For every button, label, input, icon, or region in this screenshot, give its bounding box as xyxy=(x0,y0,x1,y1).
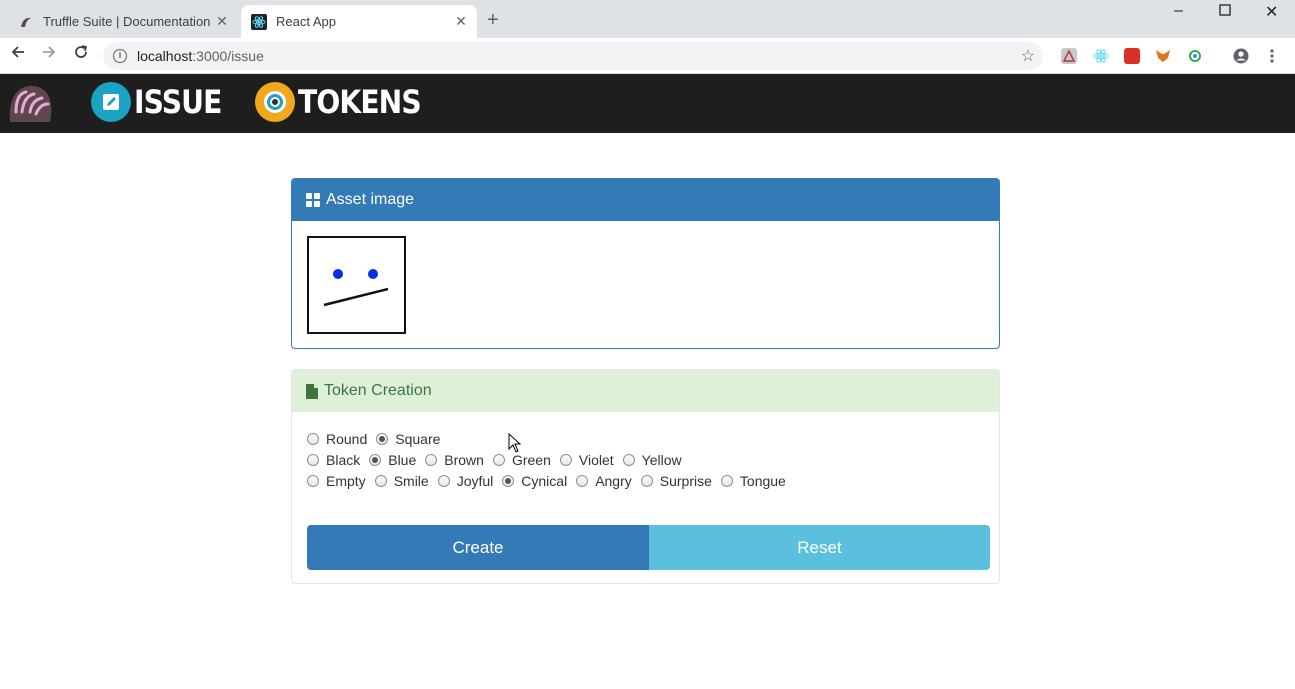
radio-joyful[interactable]: Joyful xyxy=(437,473,493,489)
radio-tongue[interactable]: Tongue xyxy=(720,473,786,489)
url-text: localhost:3000/issue xyxy=(137,48,264,64)
mood-radio-group: Empty Smile Joyful Cynical Angry Surpris… xyxy=(307,473,795,489)
radio-violet[interactable]: Violet xyxy=(559,452,614,468)
shape-radio-group: Round Square xyxy=(307,431,449,447)
create-button[interactable]: Create xyxy=(307,525,649,570)
file-icon xyxy=(306,383,318,399)
browser-tab-react-app[interactable]: React App ✕ xyxy=(241,5,477,38)
radio-button[interactable] xyxy=(374,475,387,487)
radio-surprise[interactable]: Surprise xyxy=(640,473,712,489)
left-eye xyxy=(333,269,343,279)
radio-square[interactable]: Square xyxy=(376,431,440,447)
radio-angry[interactable]: Angry xyxy=(576,473,632,489)
grid-icon xyxy=(306,193,320,207)
pdf-extension-icon[interactable] xyxy=(1061,48,1077,64)
mouse-cursor-icon xyxy=(508,432,522,458)
browser-toolbar: i localhost:3000/issue ☆ xyxy=(0,38,1295,74)
cynical-mouth xyxy=(323,287,389,307)
browser-tab-bar: Truffle Suite | Documentation | ✕ React … xyxy=(0,0,1295,38)
radio-button[interactable] xyxy=(376,433,389,445)
radio-button[interactable] xyxy=(640,475,653,487)
browser-tab-title: React App xyxy=(276,14,336,29)
radio-button[interactable] xyxy=(307,454,319,466)
nav-issue-link[interactable]: ISSUE xyxy=(91,82,233,122)
truffle-logo-icon[interactable] xyxy=(6,82,54,126)
metamask-fox-icon[interactable] xyxy=(1155,48,1171,64)
asset-image-panel: Asset image xyxy=(291,178,1000,349)
minimize-icon[interactable]: – xyxy=(1174,2,1183,20)
forward-arrow-icon[interactable] xyxy=(41,44,57,65)
reset-button[interactable]: Reset xyxy=(649,525,990,570)
kebab-menu-icon[interactable] xyxy=(1268,48,1284,64)
radio-brown[interactable]: Brown xyxy=(425,452,484,468)
radio-button[interactable] xyxy=(559,454,572,466)
panel-heading: Asset image xyxy=(292,179,999,221)
radio-button[interactable] xyxy=(492,454,505,466)
token-creation-panel: Token Creation Round Square Black Blue B… xyxy=(291,369,1000,584)
react-favicon-icon xyxy=(251,13,267,30)
close-icon[interactable]: ✕ xyxy=(451,13,471,30)
new-tab-icon[interactable]: + xyxy=(487,9,499,32)
radio-yellow[interactable]: Yellow xyxy=(622,452,682,468)
sync-extension-icon[interactable] xyxy=(1187,48,1203,64)
panel-title: Token Creation xyxy=(324,382,432,399)
radio-button[interactable] xyxy=(720,475,733,487)
radio-empty[interactable]: Empty xyxy=(307,473,366,489)
issue-pencil-icon xyxy=(91,82,131,122)
window-close-icon[interactable]: ✕ xyxy=(1265,2,1278,22)
address-bar[interactable]: i localhost:3000/issue ☆ xyxy=(103,42,1043,70)
radio-button[interactable] xyxy=(369,454,382,466)
info-icon[interactable]: i xyxy=(113,49,127,63)
red-extension-icon[interactable] xyxy=(1124,48,1140,64)
radio-smile[interactable]: Smile xyxy=(374,473,429,489)
radio-button[interactable] xyxy=(307,433,319,445)
token-face-image xyxy=(307,236,406,334)
radio-button[interactable] xyxy=(437,475,450,487)
radio-button[interactable] xyxy=(576,475,589,487)
radio-button[interactable] xyxy=(622,454,635,466)
app-header: ISSUE TOKENS xyxy=(0,74,1295,133)
radio-black[interactable]: Black xyxy=(307,452,360,468)
tokens-target-icon xyxy=(255,82,295,122)
panel-heading: Token Creation xyxy=(292,370,999,412)
nav-issue-label: ISSUE xyxy=(134,83,222,121)
maximize-icon[interactable] xyxy=(1219,3,1231,21)
radio-button[interactable] xyxy=(307,475,319,487)
bookmark-star-icon[interactable]: ☆ xyxy=(1021,46,1035,66)
close-icon[interactable]: ✕ xyxy=(212,13,232,30)
panel-title: Asset image xyxy=(326,191,415,208)
react-devtools-icon[interactable] xyxy=(1093,48,1109,64)
back-arrow-icon[interactable] xyxy=(10,44,26,65)
color-radio-group: Black Blue Brown Green Violet Yellow xyxy=(307,452,691,468)
nav-tokens-link[interactable]: TOKENS xyxy=(255,82,438,122)
right-eye xyxy=(368,269,378,279)
radio-round[interactable]: Round xyxy=(307,431,367,447)
nav-tokens-label: TOKENS xyxy=(298,83,422,121)
radio-blue[interactable]: Blue xyxy=(369,452,416,468)
radio-button[interactable] xyxy=(425,454,438,466)
truffle-favicon-icon xyxy=(18,14,34,30)
browser-tab-truffle[interactable]: Truffle Suite | Documentation | ✕ xyxy=(8,5,238,38)
radio-button[interactable] xyxy=(502,475,515,487)
reload-icon[interactable] xyxy=(73,44,89,65)
browser-tab-title: Truffle Suite | Documentation | xyxy=(43,14,212,29)
radio-cynical[interactable]: Cynical xyxy=(502,473,567,489)
radio-green[interactable]: Green xyxy=(492,452,551,468)
account-icon[interactable] xyxy=(1233,48,1249,64)
